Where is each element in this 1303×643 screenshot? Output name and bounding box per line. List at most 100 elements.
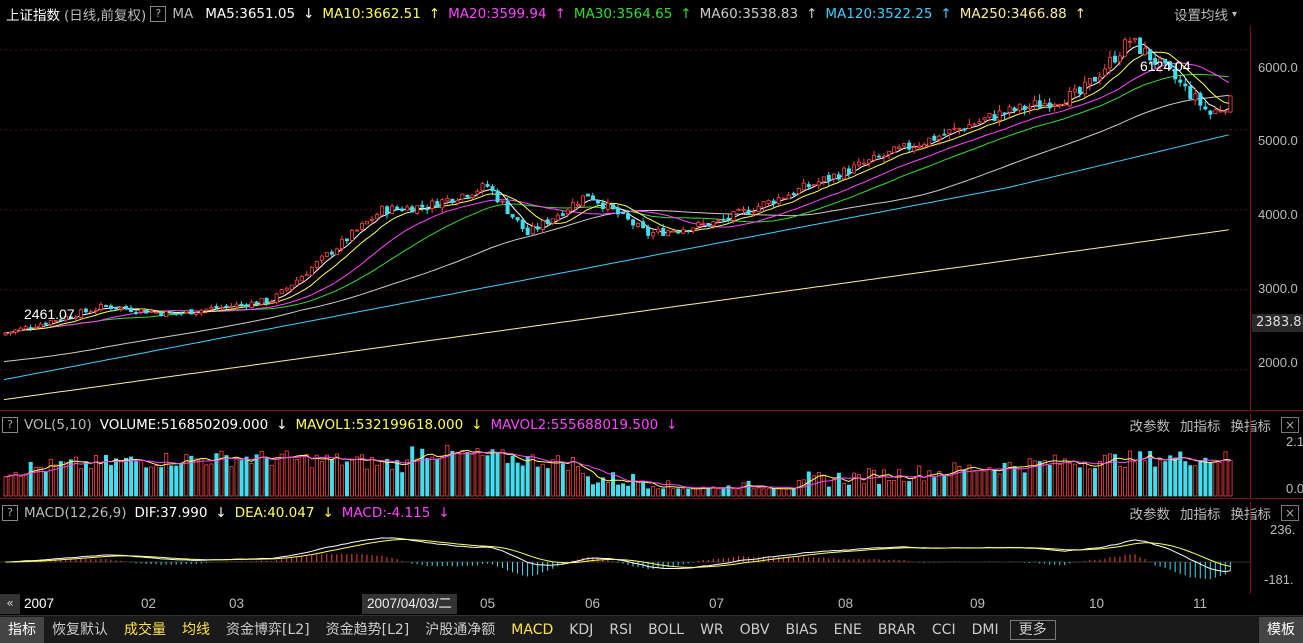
volume-bar <box>83 461 88 497</box>
candle <box>495 188 500 204</box>
candle <box>736 208 741 211</box>
candle <box>344 238 349 244</box>
volume-bar <box>691 488 696 497</box>
macd-add-button[interactable]: 加指标 <box>1180 503 1221 523</box>
volume-bar <box>244 456 249 497</box>
volume-bar <box>1042 460 1047 497</box>
candle <box>3 332 8 336</box>
volume-bar <box>360 454 365 497</box>
tab-3[interactable]: 均线 <box>174 617 218 643</box>
volume-bar <box>836 472 841 497</box>
tab-16[interactable]: CCI <box>924 617 964 643</box>
volume-bar <box>776 488 781 497</box>
close-icon[interactable]: × <box>1281 505 1299 521</box>
candle <box>400 206 405 212</box>
tab-10[interactable]: BOLL <box>640 617 692 643</box>
volume-bar <box>380 460 385 497</box>
tab-17[interactable]: DMI <box>964 617 1007 643</box>
tab-9[interactable]: RSI <box>601 617 640 643</box>
candle <box>1082 75 1087 98</box>
candle <box>324 252 329 258</box>
ma10-line <box>3 51 1230 334</box>
volume-bar <box>1123 467 1128 497</box>
volume-bar <box>1208 462 1213 497</box>
volume-add-button[interactable]: 加指标 <box>1180 415 1221 435</box>
tab-0[interactable]: 指标 <box>0 616 44 643</box>
candle <box>666 229 671 237</box>
volume-bar <box>1158 459 1163 497</box>
volume-indicators: VOLUME:516850209.000 ↓ MAVOL1:532199618.00… <box>100 417 686 433</box>
tab-1[interactable]: 恢复默认 <box>44 617 116 643</box>
volume-bar <box>1057 464 1062 497</box>
candle <box>932 133 937 142</box>
volume-bar <box>887 480 892 497</box>
candlestick-chart[interactable] <box>0 26 1250 410</box>
main-help-icon[interactable]: ? <box>150 6 167 22</box>
volume-bar <box>1168 455 1173 497</box>
candle <box>425 204 430 215</box>
ma-settings[interactable]: 设置均线 ▾ <box>1174 3 1247 25</box>
candle <box>756 202 761 213</box>
volume-bar <box>1198 460 1203 497</box>
candle <box>1123 37 1128 57</box>
volume-bar <box>1082 461 1087 497</box>
volume-bar <box>279 453 284 497</box>
candle <box>540 218 545 233</box>
tab-15[interactable]: BRAR <box>870 617 924 643</box>
volume-bar <box>741 482 746 497</box>
volume-bar <box>846 484 851 497</box>
volume-bar <box>274 458 279 497</box>
candle <box>349 229 354 242</box>
tab-11[interactable]: WR <box>692 617 732 643</box>
volume-bar <box>500 449 505 497</box>
volume-bar <box>334 453 339 497</box>
candle <box>470 194 475 200</box>
candle <box>1047 98 1052 112</box>
volume-chart[interactable] <box>0 436 1250 498</box>
volume-bar <box>746 480 751 497</box>
volume-bar <box>912 477 917 497</box>
volume-trend-arrow-icon: ↓ <box>666 417 678 433</box>
volume-bar <box>435 458 440 497</box>
macd-help-icon[interactable]: ? <box>2 505 18 521</box>
volume-bar <box>756 487 761 497</box>
tab-4[interactable]: 资金博弈[L2] <box>218 617 318 643</box>
index-subtitle: (日线,前复权) <box>64 8 147 24</box>
volume-params-button[interactable]: 改参数 <box>1130 415 1171 435</box>
volume-bar <box>851 472 856 497</box>
tab-18[interactable]: 更多 <box>1009 619 1056 640</box>
macd-name: MACD(12,26,9) <box>24 505 127 521</box>
ma-settings-button[interactable]: 设置均线 <box>1174 4 1228 24</box>
candle <box>515 217 520 223</box>
tab-7[interactable]: MACD <box>503 617 561 643</box>
main-indicators: MA5:3651.05 ↓ MA10:3662.51 ↑ MA20:3599.94 ↑ MA… <box>205 6 1094 22</box>
candle <box>430 198 435 213</box>
volume-bar <box>289 456 294 497</box>
tab-14[interactable]: ENE <box>826 617 870 643</box>
candle <box>1027 103 1032 115</box>
volume-bar <box>98 463 103 497</box>
volume-bar <box>174 465 179 497</box>
tab-13[interactable]: BIAS <box>777 617 825 643</box>
tab-6[interactable]: 沪股通净额 <box>417 617 503 643</box>
candle <box>274 292 279 304</box>
candle <box>339 235 344 252</box>
tab-2[interactable]: 成交量 <box>116 617 174 643</box>
month-label: 03 <box>229 596 245 611</box>
tab-5[interactable]: 资金趋势[L2] <box>318 617 418 643</box>
volume-help-icon[interactable]: ? <box>2 417 18 433</box>
macd-chart[interactable] <box>0 524 1250 594</box>
tab-8[interactable]: KDJ <box>561 617 601 643</box>
candle <box>857 157 862 168</box>
month-label: 06 <box>585 596 601 611</box>
indicator-tab-bar: 指标 恢复默认 成交量 均线 资金博弈[L2] 资金趋势[L2] 沪股通净额 MACD KDJ R… <box>0 615 1303 643</box>
volume-bar <box>585 476 590 497</box>
volume-bar <box>902 481 907 497</box>
volume-bar <box>826 486 831 497</box>
tab-19[interactable]: 模板 <box>1259 616 1303 643</box>
candle <box>907 139 912 152</box>
macd-params-button[interactable]: 改参数 <box>1130 503 1171 523</box>
tab-12[interactable]: OBV <box>732 617 778 643</box>
scroll-left-icon[interactable]: « <box>0 594 20 614</box>
close-icon[interactable]: × <box>1281 417 1299 433</box>
